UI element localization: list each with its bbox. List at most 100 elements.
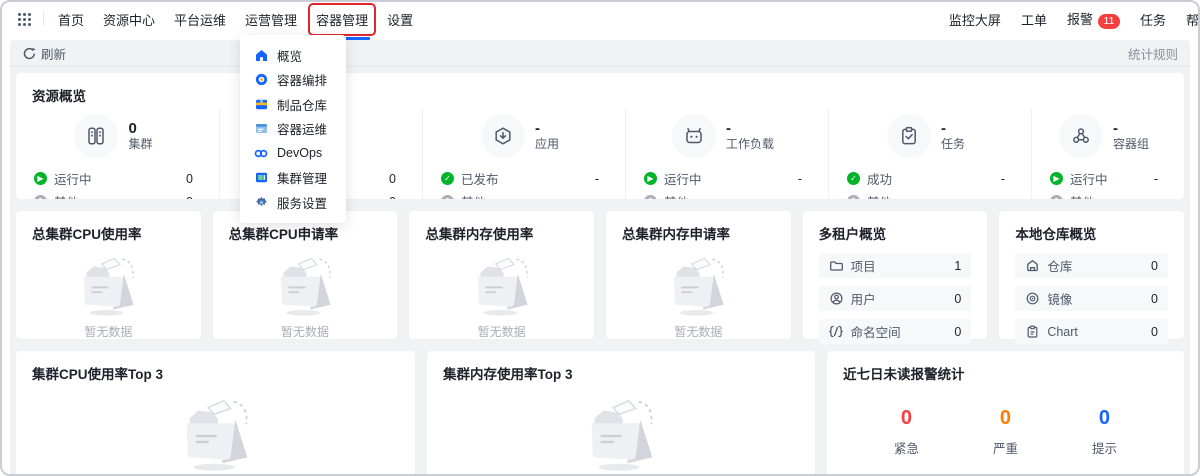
- refresh-icon: [22, 47, 36, 60]
- nav-item-container-mgmt[interactable]: 容器管理: [316, 1, 368, 38]
- other-status-icon: ?: [34, 195, 47, 199]
- chart-card-cpu-usage: 总集群CPU使用率 暂无数据: [16, 211, 201, 339]
- empty-folder-illustration: [157, 387, 275, 474]
- stat-row: ▶运行中0: [34, 167, 193, 190]
- empty-folder-illustration: [562, 387, 680, 474]
- list-item-user: 用户0: [819, 286, 972, 311]
- stat-workload: - 工作负载 ▶运行中- ?其他-: [625, 109, 828, 199]
- list-item-chart: Chart0: [1015, 319, 1168, 344]
- folder-icon: [829, 259, 844, 272]
- mem-top3-card: 集群内存使用率Top 3 暂无数据: [427, 351, 815, 474]
- container-group-icon: [1059, 114, 1103, 158]
- running-status-icon: ▶: [644, 172, 657, 185]
- refresh-button[interactable]: 刷新: [22, 44, 66, 63]
- task-icon: [887, 114, 931, 158]
- menu-item-overview[interactable]: 概览: [240, 43, 346, 68]
- stat-row: ▶运行中-: [644, 167, 802, 190]
- nav-item-help[interactable]: 帮助: [1186, 10, 1200, 29]
- stat-value: -: [941, 120, 965, 137]
- tenant-overview-card: 多租户概览 项目1 用户0 命名空间0: [803, 211, 988, 339]
- other-status-icon: ?: [1050, 195, 1063, 199]
- stat-value: -: [1113, 120, 1149, 137]
- stat-label: 任务: [941, 137, 965, 152]
- nav-item-ticket[interactable]: 工单: [1021, 10, 1047, 29]
- empty-folder-illustration: [650, 247, 746, 321]
- main-content: 刷新 统计规则 资源概览 0 集群 ▶运行中0: [10, 40, 1190, 474]
- stat-row: ?其他-: [644, 190, 802, 199]
- stats-rule-link[interactable]: 统计规则: [1128, 44, 1178, 63]
- card-title: 总集群内存使用率: [409, 211, 594, 247]
- nav-item-platform-ops[interactable]: 平台运维: [174, 1, 226, 38]
- nav-item-alarm[interactable]: 报警11: [1067, 9, 1120, 28]
- other-status-icon: ?: [441, 195, 454, 199]
- home-icon: [254, 49, 268, 62]
- stat-cluster: 0 集群 ▶运行中0 ?其他0: [16, 109, 219, 199]
- empty-folder-illustration: [454, 247, 550, 321]
- chart-icon: [1025, 325, 1040, 338]
- empty-text: 暂无数据: [281, 323, 329, 340]
- menu-item-service-settings[interactable]: 服务设置: [240, 190, 346, 215]
- other-status-icon: ?: [847, 195, 860, 199]
- stat-label: 集群: [128, 137, 152, 152]
- stat-label: 应用: [535, 137, 559, 152]
- resource-overview-card: 资源概览 0 集群 ▶运行中0 ?其他0: [16, 73, 1184, 199]
- nav-item-monitor-screen[interactable]: 监控大屏: [949, 10, 1001, 29]
- empty-folder-illustration: [60, 247, 156, 321]
- card-title: 多租户概览: [803, 211, 988, 247]
- stat-value: -: [535, 120, 559, 137]
- success-status-icon: ✓: [847, 172, 860, 185]
- app-launcher-icon[interactable]: [18, 13, 31, 26]
- list-item-namespace: 命名空间0: [819, 319, 972, 344]
- list-item-warehouse: 仓库0: [1015, 253, 1168, 278]
- nav-item-home[interactable]: 首页: [58, 1, 84, 38]
- stat-row: ✓已发布-: [441, 167, 599, 190]
- menu-item-devops[interactable]: DevOps: [240, 141, 346, 166]
- stat-label: 工作负载: [726, 137, 774, 152]
- container-ops-icon: [254, 122, 268, 135]
- nav-divider: [43, 12, 44, 26]
- running-status-icon: ▶: [1050, 172, 1063, 185]
- namespace-icon: [829, 325, 844, 338]
- nav-item-settings[interactable]: 设置: [387, 1, 413, 38]
- devops-icon: [254, 147, 268, 160]
- stat-pods: - 容器组 ▶运行中- ?其他-: [1031, 109, 1184, 199]
- stat-application: - 应用 ✓已发布- ?其他-: [422, 109, 625, 199]
- menu-item-artifact-repo[interactable]: 制品仓库: [240, 92, 346, 117]
- chart-card-mem-usage: 总集群内存使用率 暂无数据: [409, 211, 594, 339]
- refresh-label: 刷新: [41, 44, 66, 63]
- user-icon: [829, 292, 844, 305]
- cpu-top3-card: 集群CPU使用率Top 3 暂无数据: [16, 351, 415, 474]
- nav-item-label: 容器管理: [316, 13, 368, 28]
- stat-value: 0: [128, 120, 152, 137]
- menu-item-container-ops[interactable]: 容器运维: [240, 117, 346, 142]
- alarm-count-badge: 11: [1098, 14, 1120, 29]
- cluster-icon: [74, 114, 118, 158]
- stat-grid: 0 集群 ▶运行中0 ?其他0 0 0: [16, 109, 1184, 199]
- menu-item-cluster-mgmt[interactable]: 集群管理: [240, 166, 346, 191]
- card-title: 总集群CPU使用率: [16, 211, 201, 247]
- list-item-project: 项目1: [819, 253, 972, 278]
- service-settings-icon: [254, 196, 268, 209]
- stat-row: ?其他-: [441, 190, 599, 199]
- alarm-critical: 0 严重: [993, 406, 1018, 457]
- nav-item-task[interactable]: 任务: [1140, 10, 1166, 29]
- stat-task: - 任务 ✓成功- ?其他-: [828, 109, 1031, 199]
- warehouse-icon: [1025, 259, 1040, 272]
- list-item-image: 镜像0: [1015, 286, 1168, 311]
- container-mgmt-dropdown: 概览 容器编排 制品仓库 容器运维 DevOps 集群管理 服务设置: [240, 35, 346, 223]
- stat-label: 容器组: [1113, 137, 1149, 152]
- orchestration-icon: [254, 73, 268, 86]
- stat-row: ?其他-: [1050, 190, 1158, 199]
- alarm-stats-card: 近七日未读报警统计 0 紧急 0 严重 0 提示: [827, 351, 1184, 474]
- published-status-icon: ✓: [441, 172, 454, 185]
- top-nav: 首页 资源中心 平台运维 运营管理 容器管理 设置 监控大屏 工单 报警11 任…: [2, 2, 1198, 36]
- nav-item-operation-mgmt[interactable]: 运营管理: [245, 1, 297, 38]
- menu-item-orchestration[interactable]: 容器编排: [240, 68, 346, 93]
- empty-folder-illustration: [257, 247, 353, 321]
- stat-row: ▶运行中-: [1050, 167, 1158, 190]
- nav-item-resource-center[interactable]: 资源中心: [103, 1, 155, 38]
- chart-card-cpu-request: 总集群CPU申请率 暂无数据: [213, 211, 398, 339]
- card-title: 近七日未读报警统计: [827, 351, 1184, 387]
- stat-row: ✓成功-: [847, 167, 1005, 190]
- image-icon: [1025, 292, 1040, 305]
